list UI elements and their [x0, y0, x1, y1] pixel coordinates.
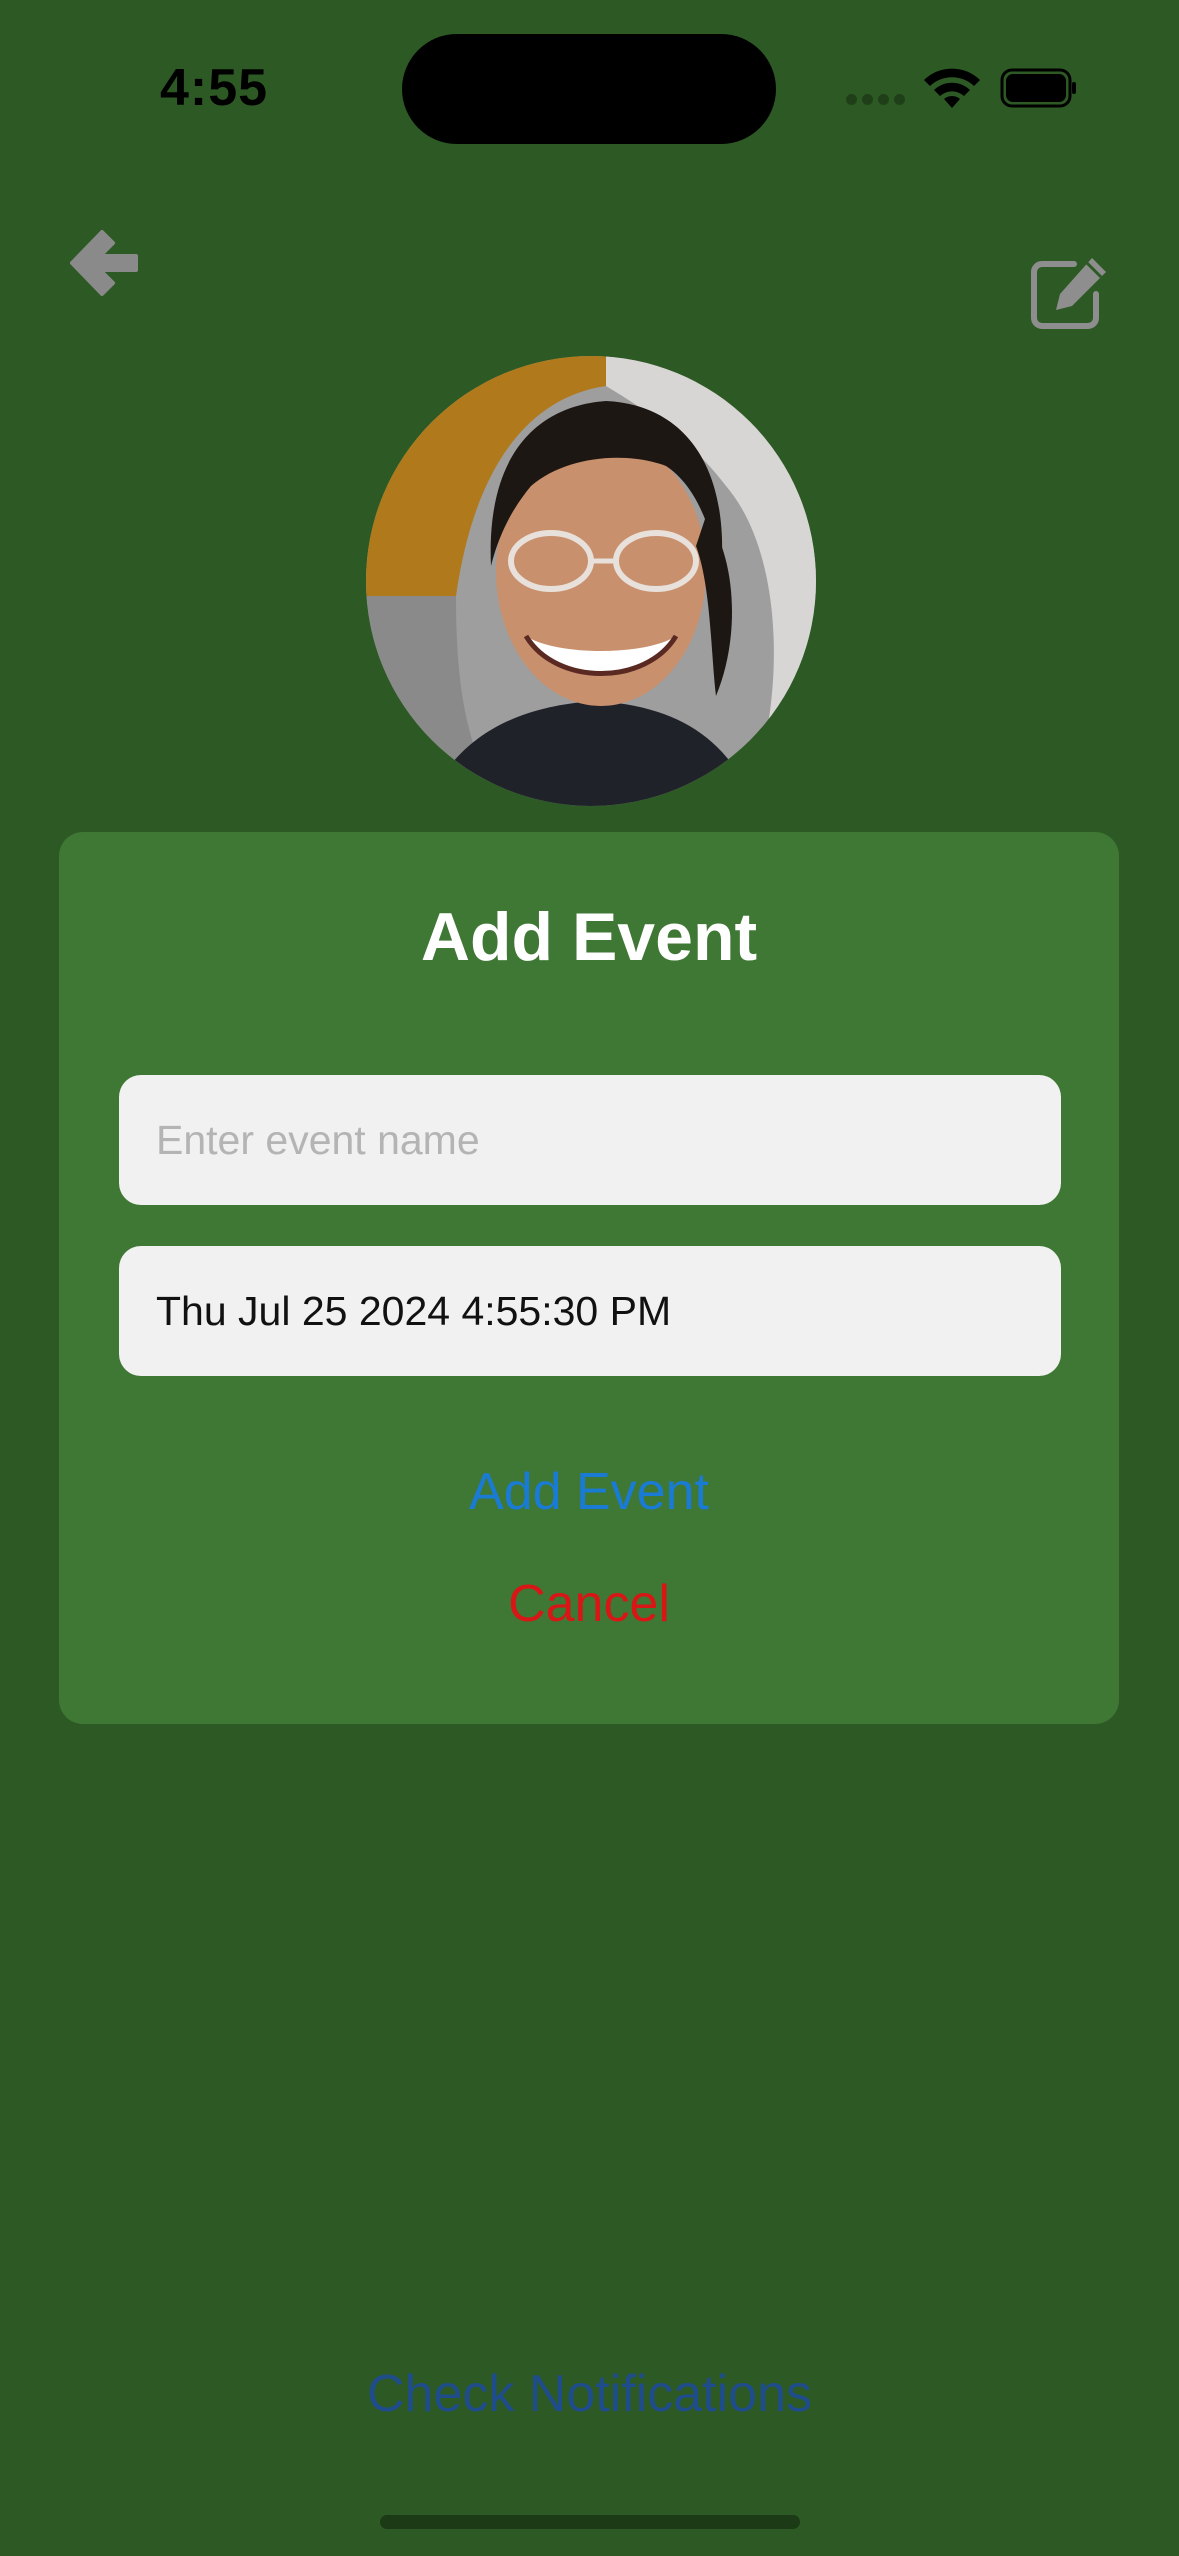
- battery-icon: [1000, 68, 1076, 108]
- dynamic-island: [402, 34, 776, 144]
- modal-title: Add Event: [420, 899, 758, 975]
- check-notifications-button[interactable]: Check Notifications: [0, 2364, 1179, 2424]
- event-name-input[interactable]: Enter event name: [119, 1075, 1061, 1205]
- add-event-modal: Add Event Enter event name Thu Jul 25 20…: [59, 832, 1119, 1724]
- cellular-signal-icon: [846, 94, 906, 106]
- cancel-button[interactable]: Cancel: [59, 1574, 1119, 1634]
- profile-photo: [366, 356, 816, 806]
- wifi-icon: [924, 68, 980, 108]
- add-event-button[interactable]: Add Event: [59, 1462, 1119, 1522]
- avatar: [366, 356, 816, 806]
- status-time: 4:55: [160, 59, 269, 117]
- home-indicator: [380, 2515, 800, 2529]
- arrow-left-icon[interactable]: [66, 226, 140, 300]
- event-date-picker[interactable]: Thu Jul 25 2024 4:55:30 PM: [119, 1246, 1061, 1376]
- edit-square-icon[interactable]: [1030, 254, 1110, 330]
